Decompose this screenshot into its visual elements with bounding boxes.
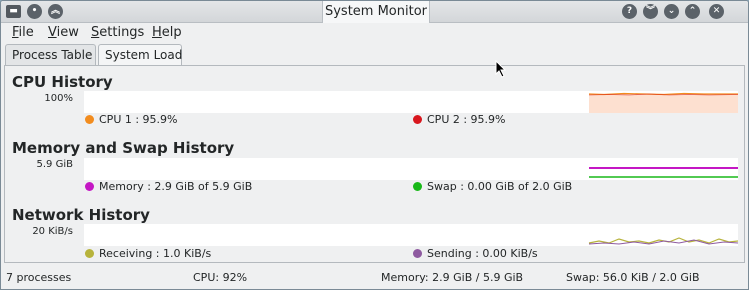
cpu1-color-dot bbox=[85, 115, 94, 124]
cpu-history-title: CPU History bbox=[12, 73, 113, 91]
receiving-label: Receiving : 1.0 KiB/s bbox=[99, 247, 212, 260]
tab-system-load[interactable]: System Load bbox=[98, 44, 182, 67]
swap-color-dot bbox=[413, 182, 422, 191]
legend-cpu2: CPU 2 : 95.9% bbox=[413, 113, 506, 126]
maximize-button[interactable]: ⌃ bbox=[685, 4, 700, 19]
status-swap: Swap: 56.0 KiB / 2.0 GiB bbox=[566, 271, 700, 284]
memory-history-title: Memory and Swap History bbox=[12, 139, 235, 157]
chevron-up-icon: ⌃ bbox=[688, 6, 697, 16]
legend-cpu1: CPU 1 : 95.9% bbox=[85, 113, 178, 126]
legend-memory: Memory : 2.9 GiB of 5.9 GiB bbox=[85, 180, 252, 193]
status-processes: 7 processes bbox=[6, 271, 72, 284]
double-chevron-up-icon: ︽ bbox=[50, 6, 60, 16]
tab-process-table[interactable]: Process Table bbox=[5, 44, 96, 66]
menu-settings[interactable]: Settings bbox=[91, 25, 144, 40]
window-menu-icon[interactable]: ▬ bbox=[6, 5, 21, 18]
shade-button[interactable]: ︾ bbox=[643, 4, 658, 19]
mouse-cursor-icon bbox=[495, 60, 507, 78]
sending-color-dot bbox=[413, 249, 422, 258]
cpu2-color-dot bbox=[413, 115, 422, 124]
cpu-history-graph bbox=[84, 91, 738, 113]
status-bar: 7 processes CPU: 92% Memory: 2.9 GiB / 5… bbox=[1, 267, 748, 289]
question-icon: ? bbox=[626, 6, 633, 16]
sending-label: Sending : 0.00 KiB/s bbox=[427, 247, 538, 260]
status-memory: Memory: 2.9 GiB / 5.9 GiB bbox=[381, 271, 524, 284]
dot-icon: • bbox=[31, 6, 38, 16]
status-cpu: CPU: 92% bbox=[193, 271, 248, 284]
cpu-axis-max: 100% bbox=[44, 93, 73, 104]
resize-grip-icon[interactable]: ⋮ bbox=[745, 142, 748, 152]
network-axis-max: 20 KiB/s bbox=[32, 226, 73, 237]
menu-help[interactable]: Help bbox=[152, 25, 182, 40]
network-graph-plot bbox=[588, 237, 738, 245]
memory-history-graph bbox=[84, 158, 738, 180]
memory-axis-max: 5.9 GiB bbox=[36, 159, 73, 170]
menu-view[interactable]: View bbox=[48, 25, 79, 40]
cpu-graph-plot bbox=[588, 92, 738, 113]
receiving-color-dot bbox=[85, 249, 94, 258]
double-chevron-down-icon: ︾ bbox=[645, 6, 655, 16]
memory-color-dot bbox=[85, 182, 94, 191]
window-title: System Monitor bbox=[322, 1, 430, 23]
cpu1-label: CPU 1 : 95.9% bbox=[99, 113, 178, 126]
receiving-line bbox=[588, 237, 738, 244]
memory-graph-plot bbox=[589, 167, 738, 178]
close-icon: ✕ bbox=[712, 6, 721, 16]
menu-file[interactable]: File bbox=[12, 25, 34, 40]
minimize-button[interactable]: ⌄ bbox=[664, 4, 679, 19]
close-button[interactable]: ✕ bbox=[709, 4, 724, 19]
help-button[interactable]: ? bbox=[622, 4, 637, 19]
chevron-down-icon: ⌄ bbox=[667, 6, 676, 16]
memory-label: Memory : 2.9 GiB of 5.9 GiB bbox=[99, 180, 253, 193]
legend-receiving: Receiving : 1.0 KiB/s bbox=[85, 247, 211, 260]
legend-sending: Sending : 0.00 KiB/s bbox=[413, 247, 538, 260]
legend-swap: Swap : 0.00 GiB of 2.0 GiB bbox=[413, 180, 572, 193]
menu-bar: File View Settings Help bbox=[1, 23, 748, 43]
keep-above-button[interactable]: ︽ bbox=[48, 4, 63, 19]
network-history-title: Network History bbox=[12, 206, 150, 224]
network-history-graph bbox=[84, 224, 738, 246]
swap-label: Swap : 0.00 GiB of 2.0 GiB bbox=[427, 180, 573, 193]
keep-below-button[interactable]: • bbox=[27, 4, 42, 19]
system-monitor-window: ▬ • ︽ System Monitor ? ︾ ⌄ ⌃ ✕ File View… bbox=[0, 0, 749, 290]
cpu-load-area bbox=[589, 94, 738, 113]
title-bar[interactable]: ▬ • ︽ System Monitor ? ︾ ⌄ ⌃ ✕ bbox=[1, 1, 748, 23]
cpu2-label: CPU 2 : 95.9% bbox=[427, 113, 506, 126]
